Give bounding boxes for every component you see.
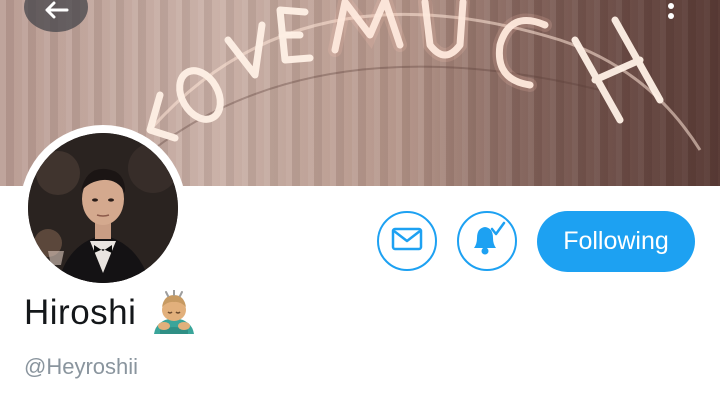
more-vertical-dot xyxy=(668,13,674,19)
person-bowing-emoji-icon xyxy=(152,289,196,336)
avatar[interactable] xyxy=(28,133,178,283)
profile-photo xyxy=(28,133,178,283)
user-handle: @Heyroshii xyxy=(24,354,139,379)
more-vertical-icon xyxy=(668,3,674,9)
envelope-icon xyxy=(391,227,423,256)
notifications-button[interactable] xyxy=(457,211,517,271)
display-name: Hiroshi xyxy=(24,293,137,332)
following-button[interactable]: Following xyxy=(537,211,695,272)
more-options-button[interactable] xyxy=(666,0,676,26)
bell-check-icon xyxy=(468,221,506,262)
arrow-left-icon xyxy=(43,1,69,24)
message-button[interactable] xyxy=(377,211,437,271)
avatar-frame xyxy=(20,125,186,291)
profile-name-row: Hiroshi xyxy=(24,289,196,336)
